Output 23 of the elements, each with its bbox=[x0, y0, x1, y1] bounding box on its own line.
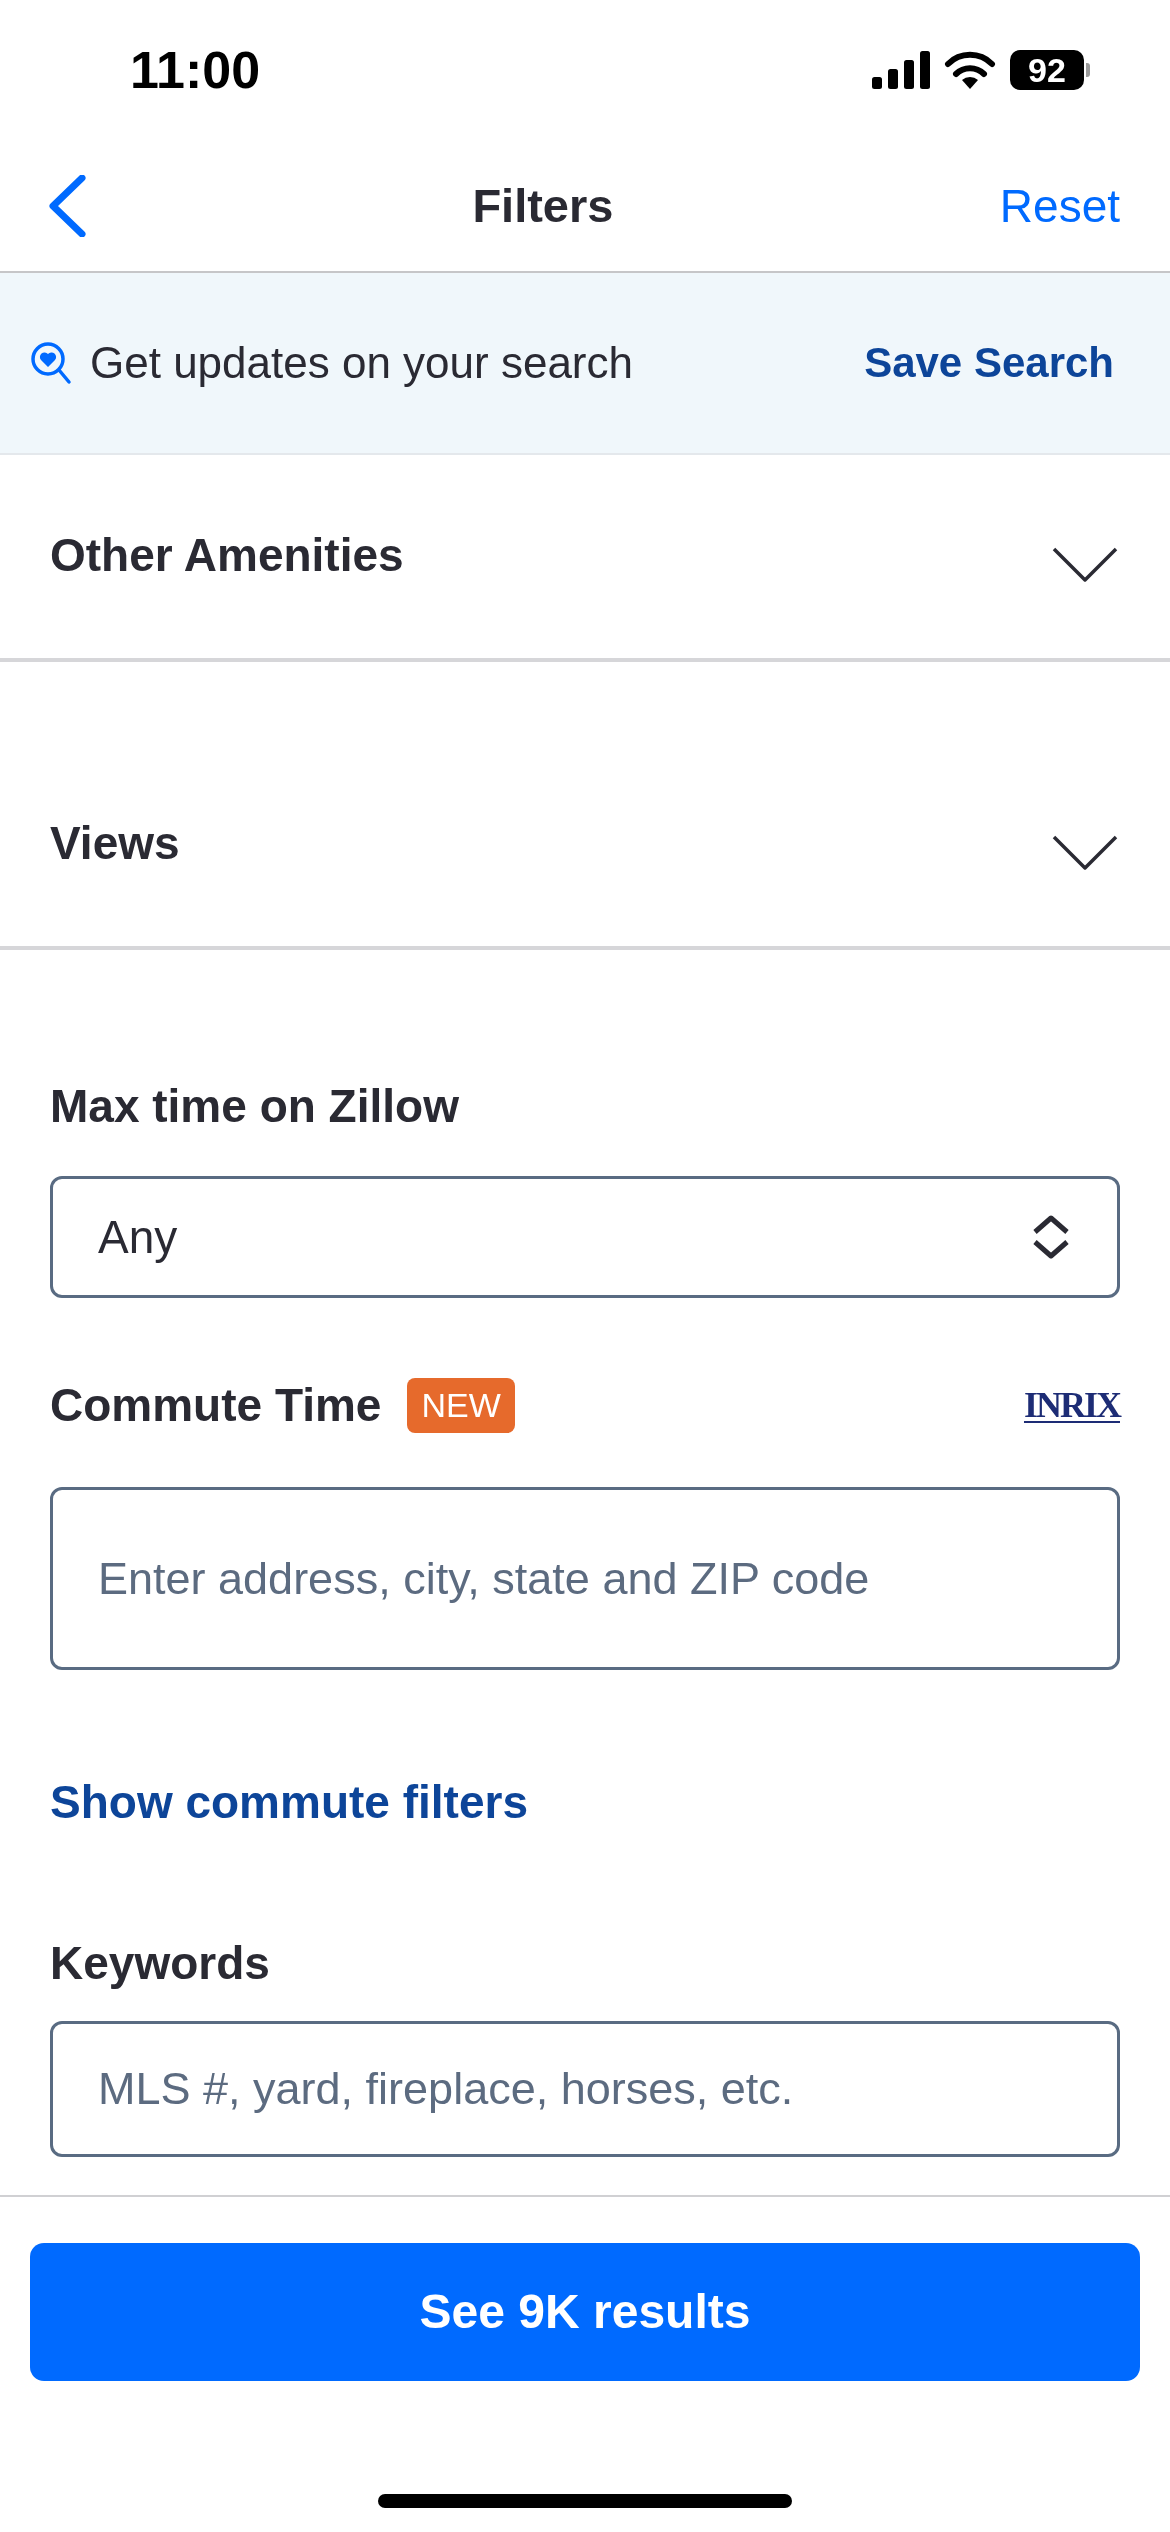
wifi-icon bbox=[944, 51, 996, 89]
field-label: Max time on Zillow bbox=[50, 1079, 459, 1134]
page-title: Filters bbox=[472, 182, 614, 229]
up-down-chevron-icon bbox=[1031, 1214, 1071, 1260]
battery-percentage: 92 bbox=[1010, 50, 1084, 90]
new-badge: NEW bbox=[407, 1377, 515, 1433]
keywords-field[interactable]: MLS #, yard, fireplace, horses, etc. bbox=[50, 2021, 1120, 2157]
save-search-button[interactable]: Save Search bbox=[864, 342, 1114, 384]
status-time: 11:00 bbox=[130, 44, 261, 96]
commute-address-field[interactable]: Enter address, city, state and ZIP code bbox=[50, 1487, 1120, 1670]
accordion-header[interactable]: Other Amenities bbox=[0, 455, 1170, 662]
reset-button[interactable]: Reset bbox=[999, 182, 1120, 229]
field-label: Keywords bbox=[50, 1936, 270, 1991]
see-results-button[interactable]: See 9K results bbox=[30, 2243, 1140, 2381]
heart-search-icon bbox=[30, 341, 72, 385]
field-label: Commute Time bbox=[50, 1378, 382, 1433]
accordion-header[interactable]: Views bbox=[0, 662, 1170, 950]
chevron-left-icon[interactable] bbox=[48, 174, 86, 237]
signal-icon bbox=[872, 51, 930, 89]
banner-text: Get updates on your search bbox=[90, 341, 633, 385]
provider-logo: INRIX bbox=[1024, 1387, 1120, 1423]
show-commute-filters-link[interactable]: Show commute filters bbox=[50, 1774, 528, 1830]
time-select[interactable]: Any bbox=[50, 1176, 1120, 1298]
